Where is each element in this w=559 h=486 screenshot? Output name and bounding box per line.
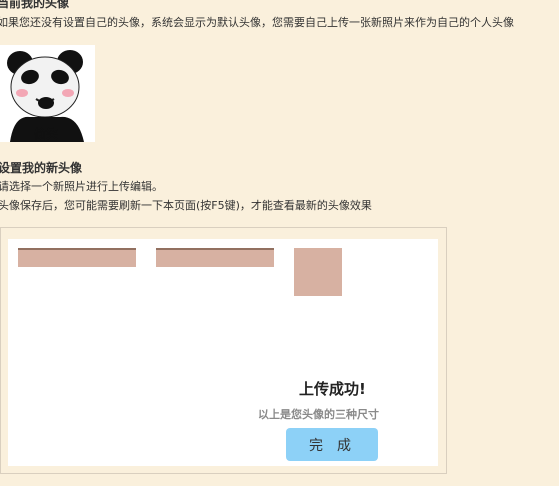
new-avatar-title: 设置我的新头像 [0,161,83,175]
current-avatar-title: 当前我的头像 [0,0,70,10]
avatar-preview-small [294,248,342,296]
current-avatar-image: 偷笑 [0,45,95,142]
new-avatar-instruction: 请选择一个新照片进行上传编辑。 [0,180,163,193]
current-avatar-description: 如果您还没有设置自己的头像，系统会显示为默认头像，您需要自己上传一张新照片来作为… [0,16,514,29]
done-button[interactable]: 完成 [286,428,378,461]
new-avatar-refresh-note: 头像保存后，您可能需要刷新一下本页面(按F5键)，才能查看最新的头像效果 [0,199,372,212]
upload-success-title: 上传成功! [299,380,366,398]
avatar-preview-medium [156,248,274,267]
upload-success-subtitle: 以上是您头像的三种尺寸 [258,408,379,421]
avatar-caption: 偷笑 [34,127,59,141]
avatar-preview-large [18,248,136,267]
